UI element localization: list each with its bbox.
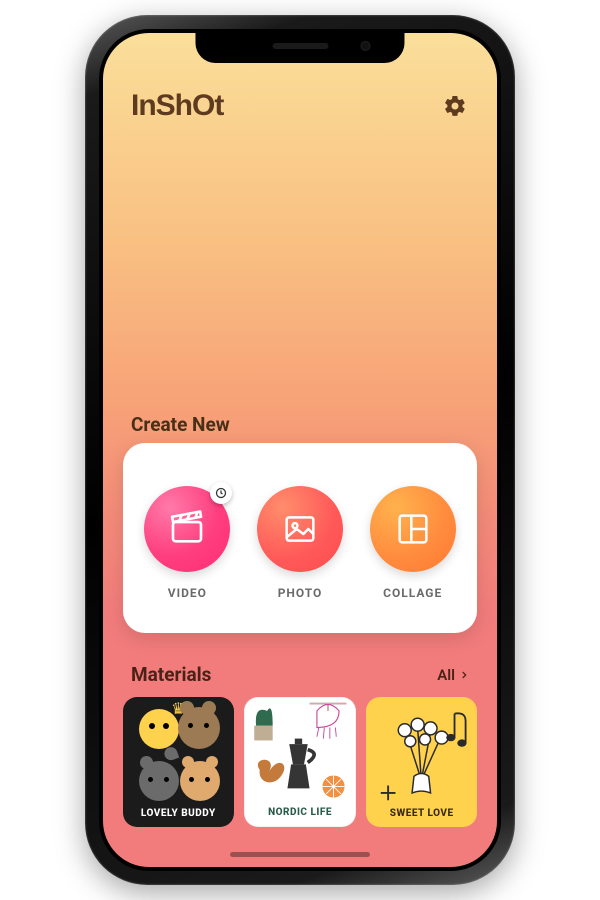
materials-all-link[interactable]: All xyxy=(437,666,469,684)
grid-icon xyxy=(393,509,433,549)
collage-circle xyxy=(370,486,456,572)
sweet-love-art xyxy=(366,697,477,817)
clapper-icon xyxy=(166,508,208,550)
all-label: All xyxy=(437,666,455,684)
phone-frame: InShOt Create New xyxy=(85,15,515,885)
video-history-badge[interactable] xyxy=(210,482,232,504)
material-pack-label: LOVELY BUDDY xyxy=(141,808,216,819)
create-video-button[interactable]: VIDEO xyxy=(131,486,244,600)
gear-icon xyxy=(443,94,467,118)
create-photo-button[interactable]: PHOTO xyxy=(244,486,357,600)
materials-header: Materials All xyxy=(131,663,469,686)
clock-icon xyxy=(215,487,227,499)
materials-row: ♛ LOVELY BUDDY xyxy=(123,697,477,827)
settings-button[interactable] xyxy=(441,92,469,120)
material-pack-nordic-life[interactable]: NORDIC LIFE xyxy=(244,697,357,827)
create-new-title: Create New xyxy=(131,413,230,436)
phone-bezel: InShOt Create New xyxy=(99,29,501,871)
create-collage-button[interactable]: COLLAGE xyxy=(356,486,469,600)
phone-notch xyxy=(195,29,404,63)
image-icon xyxy=(280,509,320,549)
nordic-life-art xyxy=(245,698,356,818)
app-logo: InShOt xyxy=(131,89,223,123)
create-item-label: COLLAGE xyxy=(383,586,442,600)
create-item-label: VIDEO xyxy=(168,586,207,600)
chevron-right-icon xyxy=(459,669,469,681)
home-indicator[interactable] xyxy=(230,852,370,857)
lovely-buddy-art: ♛ xyxy=(131,705,226,803)
app-screen: InShOt Create New xyxy=(103,33,497,867)
create-new-card: VIDEO PHOTO xyxy=(123,443,477,633)
app-header: InShOt xyxy=(103,89,497,123)
material-pack-lovely-buddy[interactable]: ♛ LOVELY BUDDY xyxy=(123,697,234,827)
create-item-label: PHOTO xyxy=(278,586,323,600)
material-pack-sweet-love[interactable]: SWEET LOVE xyxy=(366,697,477,827)
materials-title: Materials xyxy=(131,663,211,686)
photo-circle xyxy=(257,486,343,572)
